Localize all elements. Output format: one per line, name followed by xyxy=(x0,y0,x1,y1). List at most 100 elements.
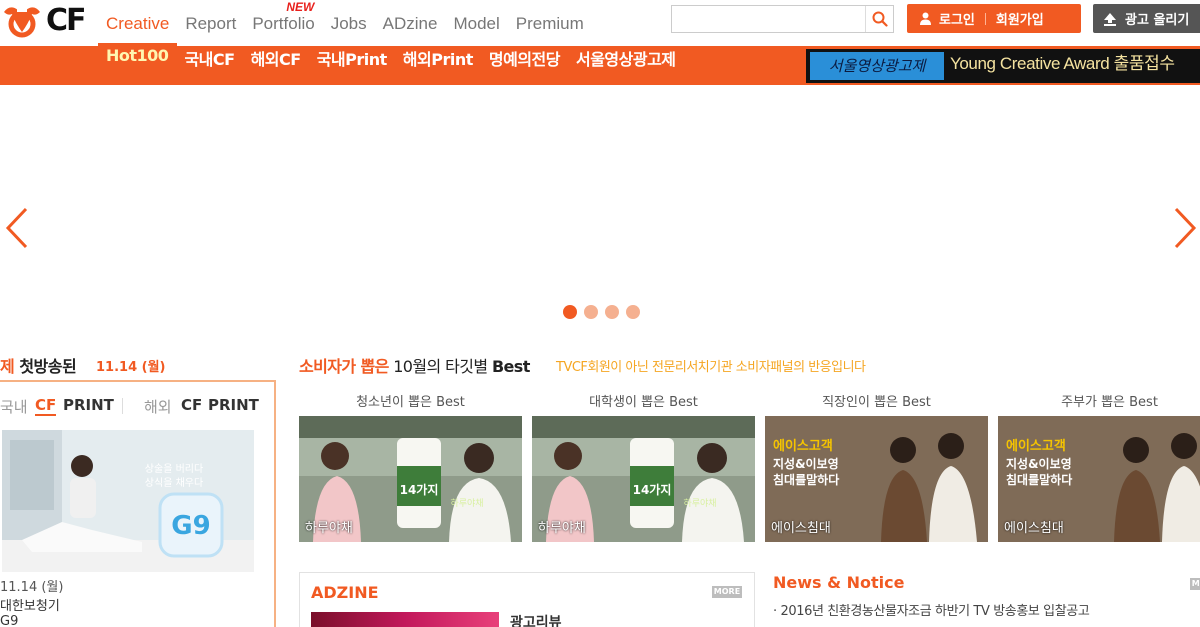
subnav-overseas-print[interactable]: 해외Print xyxy=(395,46,481,85)
nav-label: Creative xyxy=(106,14,170,33)
upload-label: 광고 올리기 xyxy=(1125,13,1190,28)
tab-domestic-print[interactable]: PRINT xyxy=(63,396,114,414)
first-aired-item-title[interactable]: 대한보청기 xyxy=(0,595,60,614)
best-caption: 하루야채 xyxy=(538,521,586,536)
juice-copy: 14가지 xyxy=(633,482,672,497)
best-column-homemaker: 주부가 뽑은 Best 에이스고객 지성&이보영 침대를말하다 에이스침대 xyxy=(998,394,1200,542)
slider-prev-arrow-icon[interactable] xyxy=(4,205,30,251)
consumer-best-title: 소비자가 뽑은 10월의 타깃별 Best xyxy=(299,353,530,377)
nav-label: Report xyxy=(185,14,237,33)
sub-nav-items: Hot100 국내CF 해외CF 국내Print 해외Print 명예의전당 서… xyxy=(98,46,684,85)
first-aired-title-prefix: 제 xyxy=(0,357,15,376)
login-signup-group: 로그인 회원가입 xyxy=(907,4,1081,33)
tab-overseas[interactable]: 해외 xyxy=(144,396,172,417)
first-aired-title-text: 첫방송된 xyxy=(19,357,77,376)
bed-line2: 침대를말하다 xyxy=(773,472,839,487)
search-box xyxy=(671,5,894,33)
consumer-best-grid: 청소년이 뽑은 Best 14가지 하루야채 하루야채 대학생이 뽑은 Best xyxy=(299,394,1200,546)
tab-overseas-print[interactable]: PRINT xyxy=(208,396,259,414)
thumb-copy-line1: 상술을 버리다 xyxy=(145,463,203,475)
first-aired-thumbnail[interactable]: G9 상술을 버리다 상식을 채우다 xyxy=(2,430,254,572)
nav-portfolio[interactable]: NEW Portfolio xyxy=(244,0,322,46)
subnav-hall-of-fame[interactable]: 명예의전당 xyxy=(481,46,568,85)
tab-domestic[interactable]: 국내 xyxy=(0,396,28,417)
first-aired-date: 11.14 (월) xyxy=(96,360,166,375)
adzine-review-label[interactable]: 광고리뷰 xyxy=(510,612,562,627)
best-thumbnail[interactable]: 14가지 하루야채 하루야채 xyxy=(532,416,755,542)
best-thumbnail[interactable]: 14가지 하루야채 하루야채 xyxy=(299,416,522,542)
search-button[interactable] xyxy=(865,6,893,32)
new-badge: NEW xyxy=(286,0,315,14)
best-title-end: Best xyxy=(491,357,530,376)
best-column-label: 직장인이 뽑은 Best xyxy=(822,395,931,410)
thumb-brand-text: G9 xyxy=(171,511,210,541)
nav-label: Premium xyxy=(515,14,584,33)
juice-copy: 14가지 xyxy=(400,482,439,497)
best-column-worker: 직장인이 뽑은 Best 에이스고객 지성&이보영 침대를말하다 에이스침대 xyxy=(765,394,988,542)
signup-button[interactable]: 회원가입 xyxy=(996,9,1044,28)
ad-thumbnail-image: G9 상술을 버리다 상식을 채우다 xyxy=(2,430,254,572)
bed-line2: 침대를말하다 xyxy=(1006,472,1072,487)
best-column-label: 청소년이 뽑은 Best xyxy=(356,395,465,410)
login-button[interactable]: 로그인 xyxy=(939,9,975,28)
subnav-domestic-cf[interactable]: 국내CF xyxy=(176,46,242,85)
best-caption: 에이스침대 xyxy=(771,521,831,536)
best-title-highlight: 소비자가 뽑은 xyxy=(299,357,389,376)
subnav-overseas-cf[interactable]: 해외CF xyxy=(243,46,309,85)
logo-text: CF xyxy=(46,3,86,38)
best-caption: 에이스침대 xyxy=(1004,521,1064,536)
slider-dots xyxy=(563,305,640,319)
slider-dot[interactable] xyxy=(605,305,619,319)
thumb-copy-line2: 상식을 채우다 xyxy=(145,477,203,489)
subnav-seoul-festival[interactable]: 서울영상광고제 xyxy=(568,46,684,85)
best-caption: 하루야채 xyxy=(305,521,353,536)
divider xyxy=(984,12,986,25)
nav-jobs[interactable]: Jobs xyxy=(323,0,375,46)
banner-text: Young Creative Award 출품접수 xyxy=(950,54,1175,73)
first-aired-item-date: 11.14 (월) xyxy=(0,580,64,595)
bed-brand: 에이스고객 xyxy=(1006,438,1066,454)
bed-brand: 에이스고객 xyxy=(773,438,833,454)
news-title[interactable]: News & Notice xyxy=(773,573,905,592)
juice-sub: 하루야채 xyxy=(683,498,716,509)
search-icon xyxy=(872,11,888,27)
nav-label: ADzine xyxy=(382,14,438,33)
nav-model[interactable]: Model xyxy=(445,0,507,46)
logo-mark-icon xyxy=(4,6,40,38)
news-more-button[interactable]: MORE xyxy=(1190,578,1200,590)
tab-domestic-cf[interactable]: CF xyxy=(35,396,57,416)
nav-adzine[interactable]: ADzine xyxy=(375,0,446,46)
hero-slider xyxy=(0,85,1200,335)
nav-label: Portfolio xyxy=(252,14,315,33)
subnav-domestic-print[interactable]: 국내Print xyxy=(309,46,395,85)
site-logo[interactable]: CF xyxy=(0,2,90,42)
news-item[interactable]: · 2016년 친환경농산물자조금 하반기 TV 방송홍보 입찰공고 xyxy=(773,600,1090,619)
slider-dot[interactable] xyxy=(584,305,598,319)
best-column-label: 대학생이 뽑은 Best xyxy=(589,395,698,410)
best-column-teen: 청소년이 뽑은 Best 14가지 하루야채 하루야채 xyxy=(299,394,522,542)
slider-dot[interactable] xyxy=(626,305,640,319)
nav-creative[interactable]: Creative xyxy=(98,0,178,46)
adzine-thumbnail[interactable] xyxy=(311,612,499,627)
adzine-more-button[interactable]: MORE xyxy=(712,586,742,598)
nav-label: Model xyxy=(453,14,500,33)
consumer-best-description: TVCF회원이 아닌 전문리서치기관 소비자패널의 반응입니다 xyxy=(556,360,866,375)
news-item-text: 2016년 친환경농산물자조금 하반기 TV 방송홍보 입찰공고 xyxy=(780,604,1090,619)
upload-ad-button[interactable]: 광고 올리기 xyxy=(1093,4,1200,33)
adzine-title[interactable]: ADZINE xyxy=(311,583,379,602)
search-input[interactable] xyxy=(672,6,864,32)
nav-report[interactable]: Report xyxy=(177,0,244,46)
upload-icon xyxy=(1104,12,1116,26)
top-header: CF Creative Report NEW Portfolio Jobs AD… xyxy=(0,0,1200,46)
tab-overseas-cf[interactable]: CF xyxy=(181,396,202,414)
slider-dot[interactable] xyxy=(563,305,577,319)
slider-next-arrow-icon[interactable] xyxy=(1172,205,1198,251)
bed-line1: 지성&이보영 xyxy=(1006,456,1072,471)
best-thumbnail[interactable]: 에이스고객 지성&이보영 침대를말하다 에이스침대 xyxy=(765,416,988,542)
bed-line1: 지성&이보영 xyxy=(773,456,839,471)
best-thumbnail[interactable]: 에이스고객 지성&이보영 침대를말하다 에이스침대 xyxy=(998,416,1200,542)
best-column-label: 주부가 뽑은 Best xyxy=(1061,395,1158,410)
subnav-hot100[interactable]: Hot100 xyxy=(98,46,176,85)
nav-premium[interactable]: Premium xyxy=(508,0,592,46)
award-banner[interactable]: 서울영상광고제 Young Creative Award 출품접수 xyxy=(806,49,1200,83)
